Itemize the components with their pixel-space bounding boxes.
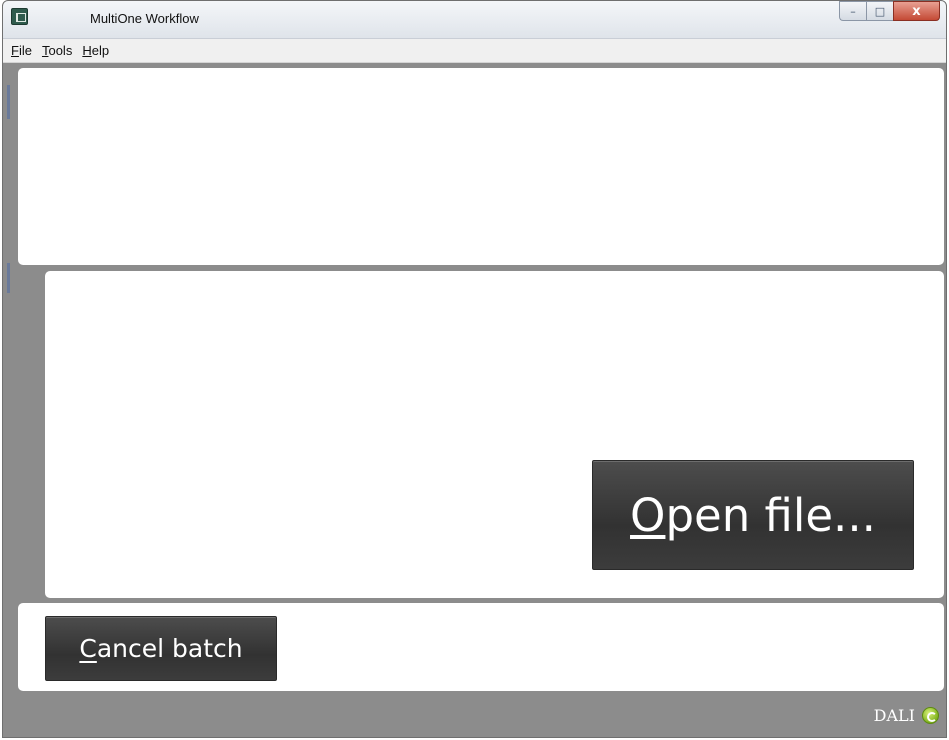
top-panel bbox=[18, 68, 944, 265]
open-file-label: pen file... bbox=[665, 488, 876, 542]
menu-help[interactable]: Help bbox=[82, 43, 109, 58]
menu-bar: File Tools Help bbox=[3, 39, 946, 63]
cancel-batch-accel: C bbox=[79, 634, 97, 663]
minimize-button[interactable]: – bbox=[839, 1, 866, 21]
window-title: MultiOne Workflow bbox=[90, 11, 199, 26]
open-file-accel: O bbox=[630, 488, 666, 542]
close-button[interactable]: x bbox=[893, 1, 940, 21]
dali-connection-icon[interactable] bbox=[922, 707, 939, 724]
app-logo-icon bbox=[11, 8, 28, 25]
cancel-batch-button[interactable]: Cancel batch bbox=[45, 616, 277, 681]
open-file-button[interactable]: Open file... bbox=[592, 460, 914, 570]
menu-tools[interactable]: Tools bbox=[42, 43, 72, 58]
maximize-button[interactable]: □ bbox=[866, 1, 893, 21]
window-controls: – □ x bbox=[839, 1, 940, 23]
protocol-status-label: DALI bbox=[873, 706, 915, 725]
cancel-batch-label: ancel batch bbox=[96, 634, 243, 663]
title-bar: MultiOne Workflow – □ x bbox=[3, 1, 946, 39]
panel-edge-marker bbox=[7, 263, 10, 293]
menu-file[interactable]: File bbox=[11, 43, 32, 58]
panel-edge-marker bbox=[7, 85, 10, 119]
